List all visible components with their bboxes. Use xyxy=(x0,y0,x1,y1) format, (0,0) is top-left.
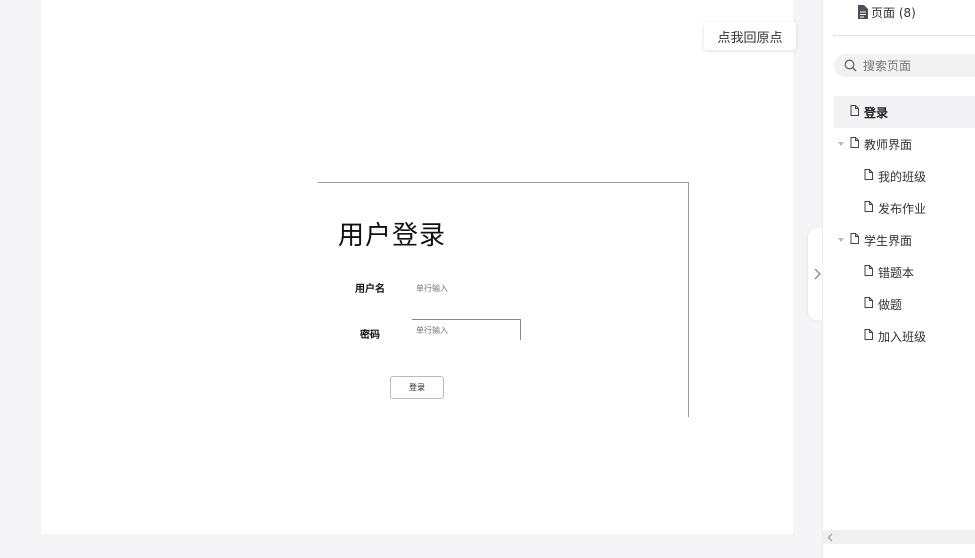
search-input[interactable] xyxy=(863,58,963,73)
tree-item[interactable]: 错题本 xyxy=(834,256,975,288)
tree-item-label: 做题 xyxy=(878,297,903,312)
caret-down-icon[interactable] xyxy=(838,238,844,242)
chevron-right-icon xyxy=(814,268,821,280)
tree-item[interactable]: 发布作业 xyxy=(834,192,975,224)
document-outline-icon xyxy=(864,201,873,215)
chevron-left-icon[interactable] xyxy=(827,533,833,542)
login-prototype-frame: 用户登录 用户名 密码 登录 xyxy=(318,182,689,417)
document-outline-icon xyxy=(850,105,859,119)
document-outline-icon xyxy=(864,297,873,311)
return-to-origin-button[interactable]: 点我回原点 xyxy=(704,22,796,50)
prototype-viewer: 点我回原点 用户登录 用户名 密码 登录 页面 (8) xyxy=(0,0,975,558)
tree-item[interactable]: 登录 xyxy=(834,96,975,128)
tree-item-label: 登录 xyxy=(864,105,889,120)
tree-item-label: 加入班级 xyxy=(878,329,927,344)
pages-sidebar: 页面 (8) 登录教师界面我的班级发布作业学生界面错题本做题加入班级 xyxy=(822,0,975,558)
password-input[interactable] xyxy=(412,319,521,340)
pages-header[interactable]: 页面 (8) xyxy=(857,2,916,22)
login-title: 用户登录 xyxy=(338,221,447,251)
document-outline-icon xyxy=(864,265,873,279)
tree-item-label: 发布作业 xyxy=(878,201,927,216)
sidebar-divider xyxy=(833,35,975,36)
horizontal-scrollbar[interactable] xyxy=(822,530,975,544)
tree-item[interactable]: 加入班级 xyxy=(834,320,975,352)
tree-item-label: 教师界面 xyxy=(864,137,913,152)
canvas-area[interactable]: 点我回原点 用户登录 用户名 密码 登录 xyxy=(0,0,822,558)
document-filled-icon xyxy=(858,5,868,19)
caret-down-icon[interactable] xyxy=(838,142,844,146)
search-box[interactable] xyxy=(834,54,975,77)
tree-item[interactable]: 我的班级 xyxy=(834,160,975,192)
password-label: 密码 xyxy=(360,330,380,341)
username-label: 用户名 xyxy=(355,284,385,295)
tree-item-label: 错题本 xyxy=(878,265,915,280)
document-outline-icon xyxy=(864,329,873,343)
page-tree: 登录教师界面我的班级发布作业学生界面错题本做题加入班级 xyxy=(834,96,975,352)
pages-header-label: 页面 (8) xyxy=(871,5,916,20)
tree-item[interactable]: 教师界面 xyxy=(834,128,975,160)
search-icon xyxy=(844,59,857,72)
tree-item[interactable]: 做题 xyxy=(834,288,975,320)
tree-item-label: 我的班级 xyxy=(878,169,927,184)
tree-item-label: 学生界面 xyxy=(864,233,913,248)
document-outline-icon xyxy=(850,137,859,151)
tree-item[interactable]: 学生界面 xyxy=(834,224,975,256)
document-outline-icon xyxy=(864,169,873,183)
username-input[interactable] xyxy=(412,279,518,297)
login-button[interactable]: 登录 xyxy=(390,376,444,399)
document-outline-icon xyxy=(850,233,859,247)
